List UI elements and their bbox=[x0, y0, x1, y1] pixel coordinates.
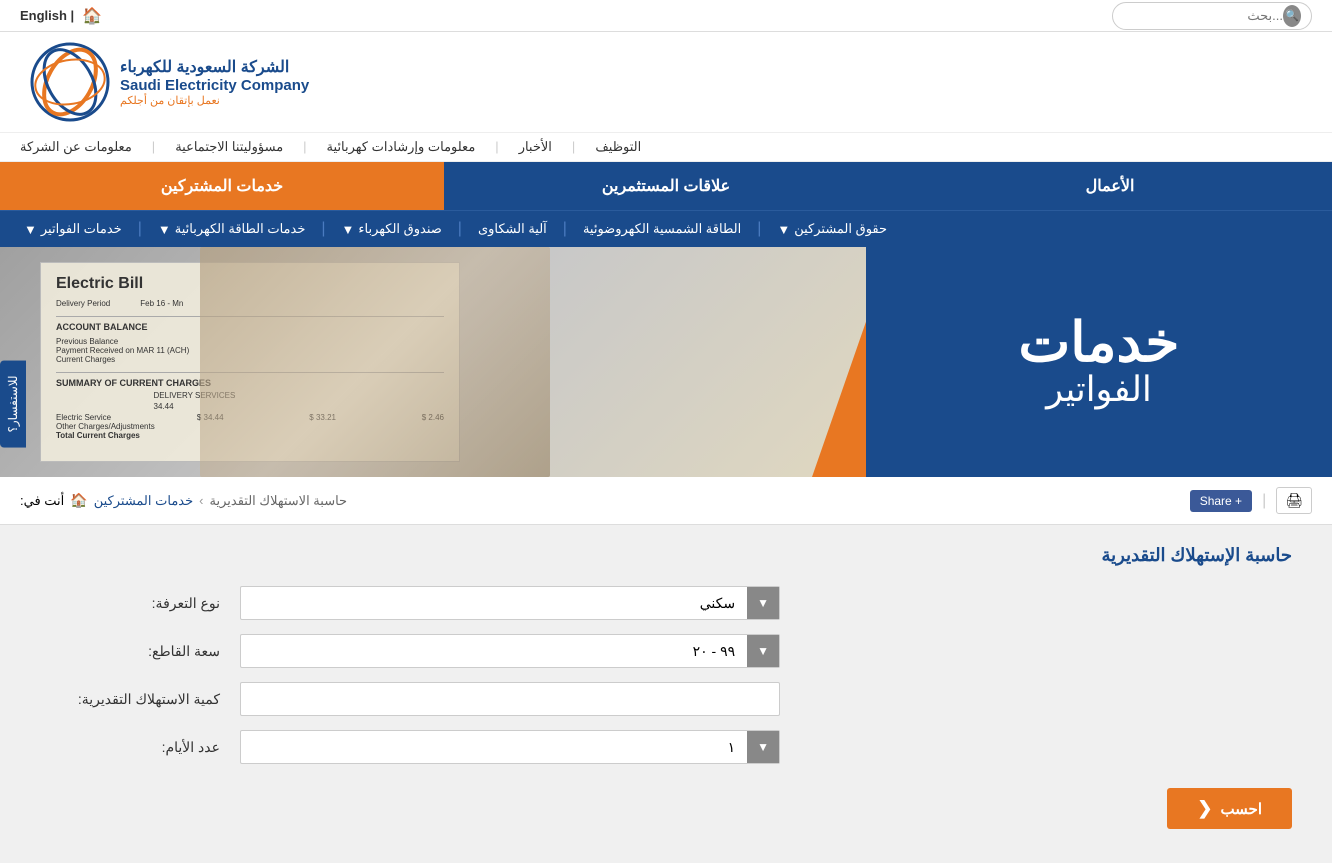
nav-top-item-electrical-info[interactable]: معلومات وإرشادات كهربائية bbox=[327, 139, 476, 155]
printer-icon: 🖨 bbox=[1285, 492, 1303, 508]
calculate-label: احسب bbox=[1220, 800, 1262, 818]
breadcrumb-actions: 🖨 | + Share bbox=[1190, 487, 1312, 514]
sub-nav-item-electricity-fund[interactable]: صندوق الكهرباء ▼ bbox=[328, 211, 456, 247]
top-bar-lang-area: English | 🏠 bbox=[20, 6, 102, 26]
breadcrumb-separator-2: › bbox=[199, 493, 203, 508]
calculator-form: ▼ سكني تجاري صناعي حكومي زراعي نوع التعر… bbox=[40, 586, 1292, 829]
tariff-row: ▼ سكني تجاري صناعي حكومي زراعي نوع التعر… bbox=[40, 586, 1292, 620]
sub-nav-item-bills[interactable]: خدمات الفواتير ▼ bbox=[10, 211, 136, 247]
page-title: حاسبة الإستهلاك التقديرية bbox=[40, 545, 1292, 566]
capacity-dropdown-arrow[interactable]: ▼ bbox=[747, 635, 779, 667]
main-nav-item-business[interactable]: الأعمال bbox=[888, 162, 1332, 210]
sub-nav: حقوق المشتركين ▼ | الطاقة الشمسية الكهرو… bbox=[0, 210, 1332, 247]
tariff-dropdown-arrow[interactable]: ▼ bbox=[747, 587, 779, 619]
sub-nav-item-complaints[interactable]: آلية الشكاوى bbox=[464, 211, 561, 247]
days-select-wrapper[interactable]: ▼ ١ ٢ ٣ ٤ ٥ bbox=[240, 730, 780, 764]
sub-nav-item-rights[interactable]: حقوق المشتركين ▼ bbox=[763, 211, 901, 247]
hero-bill-background: Electric Bill Delivery Period Feb 16 - M… bbox=[0, 247, 866, 477]
logo-arabic-name: الشركة السعودية للكهرباء bbox=[120, 57, 309, 77]
capacity-select[interactable]: ٩٩ - ٢٠ ١٩ - ١٠ ٩ - ١ bbox=[241, 635, 747, 667]
capacity-select-wrapper[interactable]: ▼ ٩٩ - ٢٠ ١٩ - ١٠ ٩ - ١ bbox=[240, 634, 780, 668]
logo-text: الشركة السعودية للكهرباء Saudi Electrici… bbox=[120, 57, 309, 107]
consumption-input[interactable] bbox=[240, 682, 780, 716]
submit-row: احسب ❮ bbox=[40, 778, 1292, 829]
hero-right-panel: خدمات الفواتير bbox=[866, 247, 1332, 477]
days-dropdown-arrow[interactable]: ▼ bbox=[747, 731, 779, 763]
search-icon: 🔍 bbox=[1283, 5, 1301, 27]
breadcrumb-bar: 🖨 | + Share حاسبة الاستهلاك التقديرية › … bbox=[0, 477, 1332, 525]
calculate-button[interactable]: احسب ❮ bbox=[1167, 788, 1292, 829]
consumption-row: كمية الاستهلاك التقديرية: bbox=[40, 682, 1292, 716]
days-select[interactable]: ١ ٢ ٣ ٤ ٥ bbox=[241, 731, 747, 763]
capacity-row: ▼ ٩٩ - ٢٠ ١٩ - ١٠ ٩ - ١ سعة القاطع: bbox=[40, 634, 1292, 668]
chevron-down-icon: ▼ bbox=[777, 222, 790, 237]
chevron-down-icon-4: ▼ bbox=[24, 222, 37, 237]
main-nav-item-subscribers[interactable]: خدمات المشتركين bbox=[0, 162, 444, 210]
main-content: حاسبة الإستهلاك التقديرية ▼ سكني تجاري ص… bbox=[0, 525, 1332, 863]
tariff-label: نوع التعرفة: bbox=[40, 595, 240, 612]
breadcrumb-subscribers-link[interactable]: خدمات المشتركين bbox=[94, 493, 193, 509]
logo-english-name: Saudi Electricity Company bbox=[120, 77, 309, 94]
tariff-select-wrapper[interactable]: ▼ سكني تجاري صناعي حكومي زراعي bbox=[240, 586, 780, 620]
hero-title-line2: الفواتير bbox=[1046, 370, 1152, 410]
language-label[interactable]: English | bbox=[20, 8, 74, 23]
logo-circle bbox=[30, 42, 110, 122]
print-button[interactable]: 🖨 bbox=[1276, 487, 1312, 514]
sub-nav-item-energy-services[interactable]: خدمات الطاقة الكهربائية ▼ bbox=[144, 211, 320, 247]
logo-tagline: نعمل بإتقان من أجلكم bbox=[120, 94, 309, 107]
nav-top-item-social[interactable]: مسؤوليتنا الاجتماعية bbox=[175, 139, 283, 155]
share-button[interactable]: + Share bbox=[1190, 490, 1252, 512]
calculate-arrow-icon: ❮ bbox=[1197, 798, 1212, 819]
nav-top-item-about[interactable]: معلومات عن الشركة bbox=[20, 139, 132, 155]
main-nav-item-investors[interactable]: علاقات المستثمرين bbox=[444, 162, 888, 210]
chevron-down-icon-3: ▼ bbox=[158, 222, 171, 237]
header: الشركة السعودية للكهرباء Saudi Electrici… bbox=[0, 32, 1332, 132]
capacity-label: سعة القاطع: bbox=[40, 643, 240, 660]
nav-top: التوظيف | الأخبار | معلومات وإرشادات كهر… bbox=[0, 132, 1332, 162]
nav-top-item-news[interactable]: الأخبار bbox=[519, 139, 552, 155]
main-nav: الأعمال علاقات المستثمرين خدمات المشتركي… bbox=[0, 162, 1332, 210]
you-are-label: أنت في: bbox=[20, 493, 64, 509]
chevron-down-icon-2: ▼ bbox=[342, 222, 355, 237]
search-input[interactable] bbox=[1123, 8, 1283, 23]
days-label: عدد الأيام: bbox=[40, 739, 240, 756]
consumption-label: كمية الاستهلاك التقديرية: bbox=[40, 691, 240, 708]
side-inquiry-tab[interactable]: للاستفسار؟ bbox=[0, 360, 26, 447]
hero-banner: Electric Bill Delivery Period Feb 16 - M… bbox=[0, 247, 1332, 477]
tariff-select[interactable]: سكني تجاري صناعي حكومي زراعي bbox=[241, 587, 747, 619]
top-bar: 🔍 English | 🏠 bbox=[0, 0, 1332, 32]
breadcrumb-current: حاسبة الاستهلاك التقديرية bbox=[210, 493, 348, 509]
sub-nav-item-solar[interactable]: الطاقة الشمسية الكهروضوئية bbox=[569, 211, 755, 247]
nav-top-item-employment[interactable]: التوظيف bbox=[595, 139, 641, 155]
logo-area: الشركة السعودية للكهرباء Saudi Electrici… bbox=[30, 42, 309, 122]
home-icon-top[interactable]: 🏠 bbox=[82, 6, 102, 26]
hero-title-line1: خدمات bbox=[1018, 315, 1179, 370]
search-bar[interactable]: 🔍 bbox=[1112, 2, 1312, 30]
breadcrumb: حاسبة الاستهلاك التقديرية › خدمات المشتر… bbox=[20, 492, 347, 509]
days-row: ▼ ١ ٢ ٣ ٤ ٥ عدد الأيام: bbox=[40, 730, 1292, 764]
home-icon-breadcrumb[interactable]: 🏠 bbox=[70, 492, 87, 509]
